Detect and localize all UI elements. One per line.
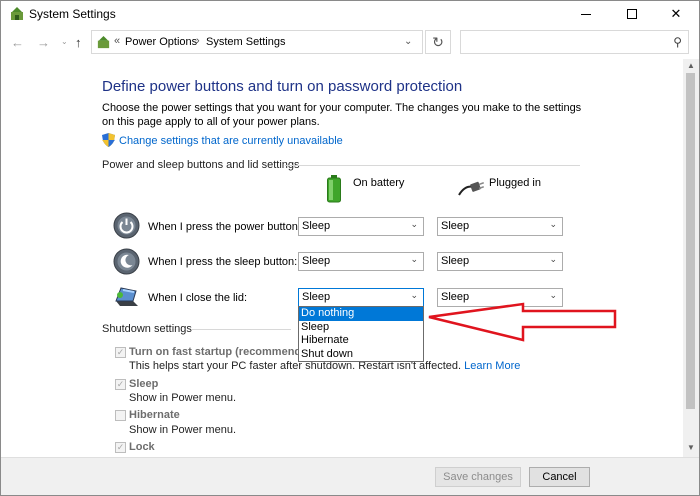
select-value: Sleep: [302, 255, 331, 267]
power-button-plugged-select[interactable]: Sleep ⌄: [437, 217, 563, 236]
chevron-down-icon: ⌄: [549, 254, 557, 264]
chevron-down-icon: ⌄: [410, 254, 418, 264]
search-icon[interactable]: ⚲: [673, 35, 682, 49]
vertical-scrollbar[interactable]: ▲ ▼: [683, 59, 699, 457]
maximize-icon: [627, 9, 637, 19]
breadcrumb-overflow-icon[interactable]: «: [114, 35, 120, 47]
sleep-button-icon: [113, 248, 140, 275]
page-title: Define power buttons and turn on passwor…: [102, 78, 463, 95]
learn-more-link[interactable]: Learn More: [464, 360, 520, 372]
close-lid-battery-select[interactable]: Sleep ⌄: [298, 288, 424, 307]
section-divider: [285, 165, 580, 166]
address-dropdown-icon[interactable]: ⌄: [404, 36, 412, 47]
select-value: Sleep: [441, 255, 470, 267]
breadcrumb-system-settings[interactable]: System Settings: [206, 36, 285, 48]
shutdown-section-title: Shutdown settings: [102, 323, 192, 335]
lock-option-label: Lock: [129, 441, 155, 453]
sleep-option-label: Sleep: [129, 378, 159, 390]
sleep-button-plugged-select[interactable]: Sleep ⌄: [437, 252, 563, 271]
sleep-option-description: Show in Power menu.: [129, 392, 236, 404]
footer-bar: Save changes Cancel: [1, 457, 699, 495]
chevron-down-icon: ⌄: [410, 219, 418, 229]
search-box[interactable]: ⚲: [460, 30, 689, 54]
select-value: Sleep: [302, 291, 331, 303]
scroll-down-icon[interactable]: ▼: [687, 443, 695, 452]
maximize-button[interactable]: [609, 1, 655, 27]
chevron-down-icon: ⌄: [549, 219, 557, 229]
power-options-icon: [11, 7, 23, 20]
scroll-up-icon[interactable]: ▲: [687, 61, 695, 70]
power-plug-icon: [458, 181, 484, 196]
forward-button[interactable]: →: [37, 35, 50, 50]
change-settings-link[interactable]: Change settings that are currently unava…: [102, 133, 343, 147]
minimize-icon: [581, 13, 591, 15]
dropdown-option-do-nothing[interactable]: Do nothing: [299, 307, 423, 321]
fast-startup-label: Turn on fast startup (recommended): [129, 346, 318, 358]
sleep-button-label: When I press the sleep button:: [148, 256, 298, 268]
refresh-button[interactable]: ↻: [425, 30, 451, 54]
up-button[interactable]: ↑: [75, 35, 82, 50]
plugged-in-header: Plugged in: [489, 177, 541, 189]
lock-checkbox[interactable]: ✓: [115, 442, 126, 453]
dropdown-option-shut-down[interactable]: Shut down: [299, 348, 423, 362]
hibernate-option-description: Show in Power menu.: [129, 424, 236, 436]
on-battery-header: On battery: [353, 177, 405, 189]
minimize-button[interactable]: [563, 1, 609, 27]
save-changes-button[interactable]: Save changes: [435, 467, 521, 487]
refresh-icon: ↻: [432, 33, 444, 50]
sleep-checkbox[interactable]: ✓: [115, 379, 126, 390]
power-button-icon: [113, 212, 140, 239]
select-value: Sleep: [302, 220, 331, 232]
select-value: Sleep: [441, 220, 470, 232]
window-title: System Settings: [29, 7, 116, 21]
battery-icon: [327, 175, 341, 203]
close-icon: ✕: [670, 6, 682, 21]
close-lid-dropdown-list: Do nothing Sleep Hibernate Shut down: [298, 306, 424, 362]
back-button[interactable]: ←: [11, 35, 24, 50]
sleep-button-battery-select[interactable]: Sleep ⌄: [298, 252, 424, 271]
cancel-button[interactable]: Cancel: [529, 467, 590, 487]
section-divider: [191, 329, 291, 330]
recent-locations-chevron-icon[interactable]: ⌄: [61, 37, 68, 46]
laptop-lid-icon: [115, 287, 138, 306]
hibernate-option-label: Hibernate: [129, 409, 180, 421]
system-settings-window: System Settings ✕ ← → ⌄ ↑ « Power Option…: [0, 0, 700, 496]
uac-shield-icon: [102, 133, 115, 147]
close-lid-label: When I close the lid:: [148, 292, 248, 304]
close-button[interactable]: ✕: [653, 1, 699, 27]
hibernate-checkbox[interactable]: [115, 410, 126, 421]
title-bar: System Settings ✕: [1, 1, 699, 27]
change-settings-label: Change settings that are currently unava…: [119, 135, 343, 147]
power-button-battery-select[interactable]: Sleep ⌄: [298, 217, 424, 236]
address-toolbar: ← → ⌄ ↑ « Power Options › System Setting…: [1, 28, 699, 58]
breadcrumb-power-options[interactable]: Power Options: [125, 36, 197, 48]
address-bar[interactable]: « Power Options › System Settings ⌄: [91, 30, 423, 54]
fast-startup-checkbox[interactable]: ✓: [115, 347, 126, 358]
scroll-thumb[interactable]: [686, 73, 695, 409]
control-panel-icon: [97, 35, 110, 49]
dropdown-option-hibernate[interactable]: Hibernate: [299, 334, 423, 348]
breadcrumb-separator-icon: ›: [196, 35, 200, 47]
chevron-down-icon: ⌄: [410, 290, 418, 300]
chevron-down-icon: ⌄: [549, 290, 557, 300]
power-section-title: Power and sleep buttons and lid settings: [102, 159, 300, 171]
dropdown-option-sleep[interactable]: Sleep: [299, 321, 423, 335]
power-button-label: When I press the power button:: [148, 221, 301, 233]
annotation-arrow-icon: [428, 302, 617, 342]
page-description: Choose the power settings that you want …: [102, 102, 582, 128]
main-content: Define power buttons and turn on passwor…: [1, 59, 683, 457]
